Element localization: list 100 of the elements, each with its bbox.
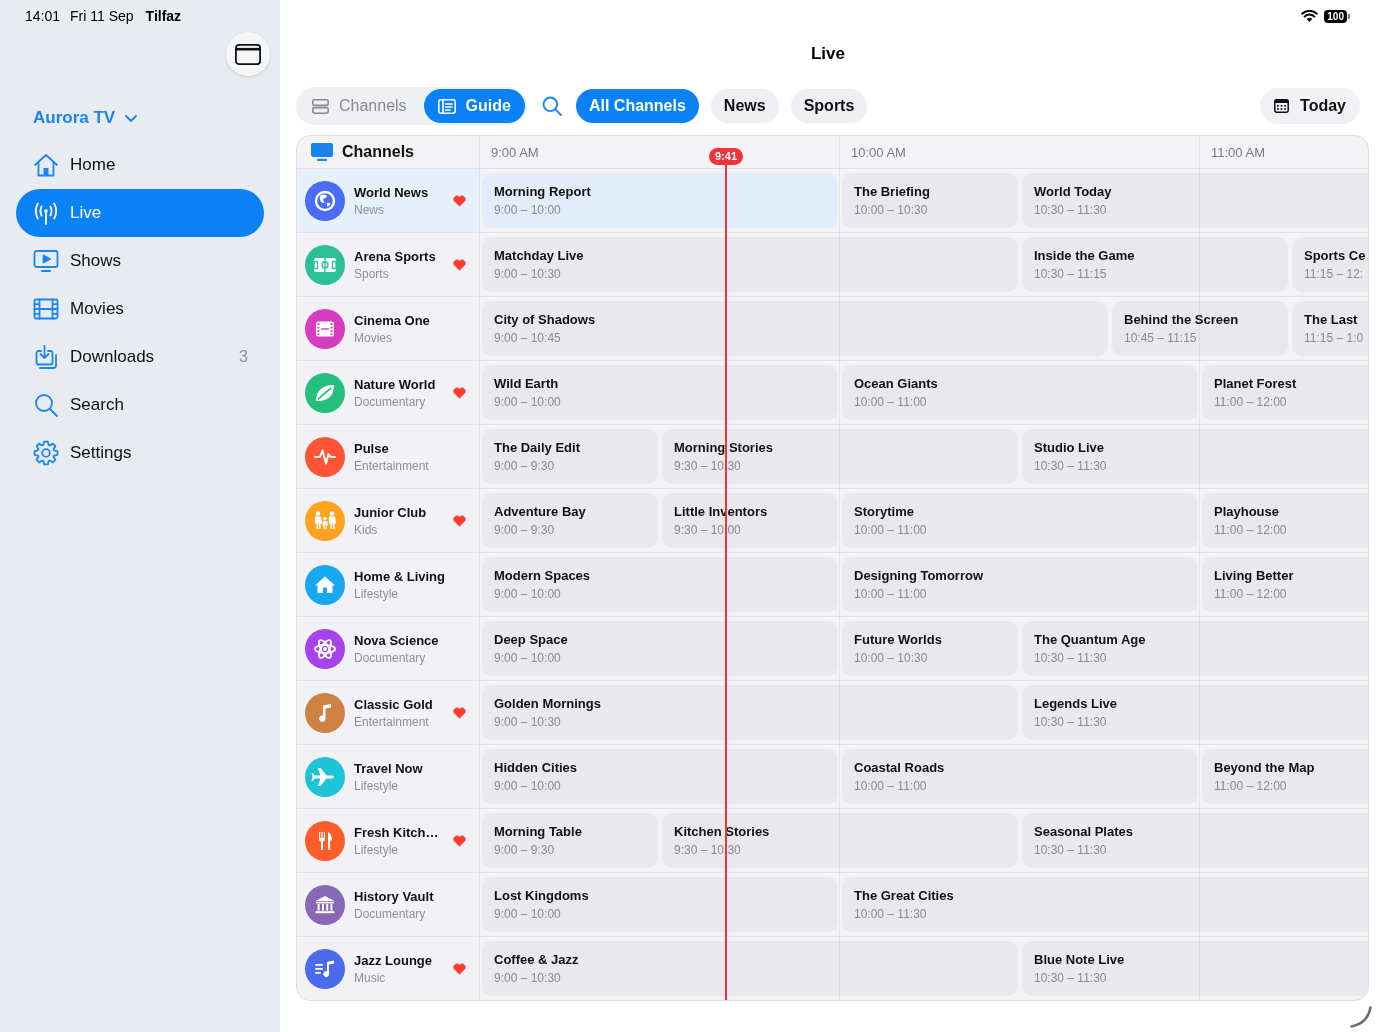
- program-card[interactable]: The Quantum Age 10:30 – 11:30: [1022, 621, 1368, 676]
- program-card[interactable]: Ocean Giants 10:00 – 11:00: [842, 365, 1198, 420]
- calendar-icon: [1274, 99, 1290, 113]
- program-card[interactable]: Coffee & Jazz 9:00 – 10:30: [482, 941, 1018, 996]
- program-title: Designing Tomorrow: [854, 568, 984, 583]
- channel-genre: News: [354, 202, 384, 217]
- hour-label: 10:00 AM: [851, 144, 906, 160]
- program-time: 9:00 – 10:30: [494, 715, 561, 729]
- current-time-badge: 9:41: [709, 148, 743, 165]
- program-card[interactable]: Coastal Roads 10:00 – 11:00: [842, 749, 1198, 804]
- sidebar-icon: [235, 43, 261, 65]
- tv-play-icon: [33, 248, 59, 274]
- sidebar-toggle-button[interactable]: [226, 32, 270, 76]
- program-card[interactable]: Beyond the Map 11:00 – 12:00: [1202, 749, 1368, 804]
- program-title: Future Worlds: [854, 632, 942, 647]
- program-card[interactable]: The Great Cities 10:00 – 11:30: [842, 877, 1368, 932]
- channel-item[interactable]: World News News: [297, 169, 480, 232]
- hour-label: 9:00 AM: [491, 144, 539, 160]
- program-title: Modern Spaces: [494, 568, 591, 583]
- channel-name: Jazz Lounge: [354, 952, 432, 968]
- program-time: 10:00 – 11:00: [854, 587, 927, 601]
- program-card[interactable]: Adventure Bay 9:00 – 9:30: [482, 493, 658, 548]
- battery-indicator: 100: [1324, 9, 1350, 23]
- channel-name: Nova Science: [354, 632, 439, 648]
- program-title: Kitchen Stories: [674, 824, 770, 839]
- program-card[interactable]: The Daily Edit 9:00 – 9:30: [482, 429, 658, 484]
- program-card[interactable]: Seasonal Plates 10:30 – 11:30: [1022, 813, 1368, 868]
- status-date: Fri 11 Sep: [70, 8, 134, 24]
- program-title: Sports Ce: [1304, 248, 1366, 263]
- channel-genre: Lifestyle: [354, 842, 399, 857]
- chevron-down-icon: [125, 114, 138, 122]
- program-title: Morning Stories: [674, 440, 773, 455]
- filter-chip[interactable]: All Channels: [575, 89, 699, 123]
- program-card[interactable]: Behind the Screen 10:45 – 11:15: [1112, 301, 1288, 356]
- program-card[interactable]: World Today 10:30 – 11:30: [1022, 173, 1368, 228]
- program-time: 10:00 – 10:30: [854, 651, 928, 665]
- program-card[interactable]: Deep Space 9:00 – 10:00: [482, 621, 838, 676]
- program-title: Morning Report: [494, 184, 591, 199]
- item-count: 3: [239, 348, 248, 366]
- program-title: Blue Note Live: [1034, 952, 1125, 967]
- filter-chip[interactable]: News: [710, 89, 779, 123]
- channel-genre: Lifestyle: [354, 778, 399, 793]
- sidebar-item[interactable]: Downloads 3: [16, 333, 264, 381]
- program-time: 10:00 – 10:30: [854, 203, 928, 217]
- sidebar-item[interactable]: Settings: [16, 429, 264, 477]
- program-title: Adventure Bay: [494, 504, 586, 519]
- program-title: The Quantum Age: [1034, 632, 1146, 647]
- status-time: 14:01: [25, 8, 61, 24]
- program-card[interactable]: The Briefing 10:00 – 10:30: [842, 173, 1018, 228]
- channel-name: Fresh Kitch…: [354, 824, 439, 840]
- program-title: City of Shadows: [494, 312, 596, 327]
- program-card[interactable]: The Last 11:15 – 1:0: [1292, 301, 1368, 356]
- program-time: 9:00 – 10:00: [494, 587, 561, 601]
- sidebar-item[interactable]: Home: [16, 141, 264, 189]
- program-card[interactable]: Future Worlds 10:00 – 10:30: [842, 621, 1018, 676]
- program-time: 9:00 – 10:30: [494, 971, 561, 985]
- program-card[interactable]: Blue Note Live 10:30 – 11:30: [1022, 941, 1368, 996]
- program-card[interactable]: Living Better 11:00 – 12:00: [1202, 557, 1368, 612]
- carrier-name: Tilfaz: [145, 8, 182, 24]
- search-button[interactable]: [541, 96, 562, 116]
- program-time: 9:00 – 10:00: [494, 779, 561, 793]
- view-tab[interactable]: Guide: [423, 89, 525, 123]
- program-card[interactable]: Planet Forest 11:00 – 12:00: [1202, 365, 1368, 420]
- program-card[interactable]: Storytime 10:00 – 11:00: [842, 493, 1198, 548]
- program-title: Storytime: [854, 504, 914, 519]
- program-card[interactable]: Wild Earth 9:00 – 10:00: [482, 365, 838, 420]
- filter-chip[interactable]: Sports: [790, 89, 868, 123]
- wifi-icon: [1301, 10, 1319, 22]
- program-card[interactable]: Golden Mornings 9:00 – 10:30: [482, 685, 1018, 740]
- program-time: 9:00 – 10:00: [494, 203, 561, 217]
- program-card[interactable]: Studio Live 10:30 – 11:30: [1022, 429, 1368, 484]
- program-card[interactable]: Hidden Cities 9:00 – 10:00: [482, 749, 838, 804]
- program-card[interactable]: Inside the Game 10:30 – 11:15: [1022, 237, 1288, 292]
- program-card[interactable]: Matchday Live 9:00 – 10:30: [482, 237, 1018, 292]
- program-card[interactable]: Sports Ce 11:15 – 12:: [1292, 237, 1368, 292]
- channel-genre: Movies: [354, 330, 392, 345]
- program-card[interactable]: City of Shadows 9:00 – 10:45: [482, 301, 1108, 356]
- program-time: 9:00 – 10:00: [494, 907, 561, 921]
- sidebar-item[interactable]: Shows: [16, 237, 264, 285]
- program-time: 10:30 – 11:15: [1034, 267, 1107, 281]
- page-title: Live: [811, 44, 845, 64]
- program-card[interactable]: Morning Report 9:00 – 10:00: [482, 173, 838, 228]
- channel-item[interactable]: Jazz Lounge Music: [297, 937, 480, 1000]
- program-title: Living Better: [1214, 568, 1294, 583]
- program-card[interactable]: Morning Table 9:00 – 9:30: [482, 813, 658, 868]
- sidebar-item[interactable]: Search: [16, 381, 264, 429]
- program-time: 11:15 – 1:0: [1304, 331, 1364, 345]
- program-title: World Today: [1034, 184, 1112, 199]
- program-card[interactable]: Modern Spaces 9:00 – 10:00: [482, 557, 838, 612]
- sidebar-item[interactable]: Movies: [16, 285, 264, 333]
- settings-icon: [33, 440, 59, 466]
- program-title: Ocean Giants: [854, 376, 938, 391]
- channel-name: Travel Now: [354, 760, 423, 776]
- today-button[interactable]: Today: [1260, 88, 1360, 124]
- channel-genre: Documentary: [354, 394, 426, 409]
- program-card[interactable]: Lost Kingdoms 9:00 – 10:00: [482, 877, 838, 932]
- program-card[interactable]: Playhouse 11:00 – 12:00: [1202, 493, 1368, 548]
- sidebar-item[interactable]: Live: [16, 189, 264, 237]
- program-card[interactable]: Designing Tomorrow 10:00 – 11:00: [842, 557, 1198, 612]
- program-card[interactable]: Legends Live 10:30 – 11:30: [1022, 685, 1368, 740]
